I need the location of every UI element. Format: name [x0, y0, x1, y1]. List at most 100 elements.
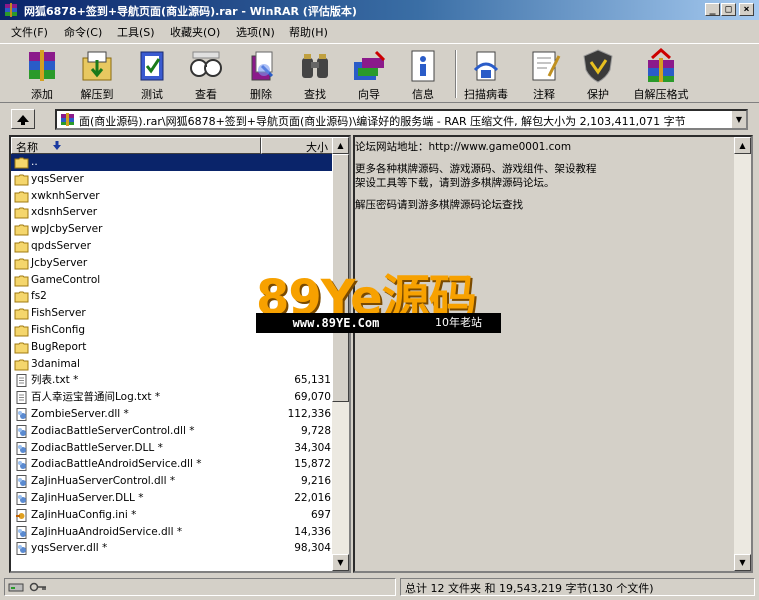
folder-icon: [14, 342, 29, 354]
file-name: ..: [31, 156, 38, 168]
file-size: 697: [310, 508, 331, 521]
file-name: FishServer: [31, 307, 86, 320]
sfx-button[interactable]: 自解压格式: [630, 46, 692, 102]
file-row[interactable]: qpdsServer: [11, 238, 333, 255]
file-row[interactable]: 列表.txt * 65,131: [11, 372, 333, 389]
menu-tools[interactable]: 工具(S): [117, 24, 155, 40]
column-name-header[interactable]: 名称: [11, 137, 261, 154]
file-row[interactable]: ZaJinHuaAndroidService.dll * 14,336: [11, 524, 333, 541]
info-label: 信息: [412, 88, 434, 101]
file-row[interactable]: xwknhServer: [11, 188, 333, 205]
file-row[interactable]: 3danimal: [11, 356, 333, 373]
file-row[interactable]: ZombieServer.dll * 112,336: [11, 406, 333, 423]
watermark-url: www.89YE.Com: [256, 313, 416, 333]
menu-favorites[interactable]: 收藏夹(O): [170, 24, 220, 40]
dll-file-icon: [16, 441, 27, 455]
close-button[interactable]: ×: [739, 3, 754, 16]
file-list[interactable]: 名称 大小 .. yqsServer xwknhServer xdsnhServer w…: [9, 135, 351, 573]
file-row[interactable]: ZodiacBattleServer.DLL * 34,304: [11, 440, 333, 457]
view-button[interactable]: 查看: [180, 46, 232, 102]
extract-to-icon: [82, 51, 112, 81]
folder-icon: [14, 191, 29, 203]
extract-to-button[interactable]: 解压到: [71, 46, 123, 102]
status-summary-cell: 总计 12 文件夹 和 19,543,219 字节(130 个文件): [400, 578, 755, 596]
file-size: 98,304: [294, 542, 331, 555]
file-row[interactable]: BugReport: [11, 339, 333, 356]
comment-scroll-up-button[interactable]: ▲: [734, 137, 751, 154]
scroll-down-button[interactable]: ▼: [332, 554, 349, 571]
file-row[interactable]: xdsnhServer: [11, 204, 333, 221]
file-name: yqsServer: [31, 172, 84, 185]
file-size: 9,216: [300, 475, 331, 488]
file-name: xdsnhServer: [31, 206, 98, 219]
dll-file-icon: [16, 525, 27, 539]
folder-icon: [14, 258, 29, 270]
maximize-button[interactable]: □: [721, 3, 736, 16]
delete-icon: [251, 51, 274, 81]
virus-scan-button[interactable]: 扫描病毒: [460, 46, 512, 102]
protect-button[interactable]: 保护: [572, 46, 624, 102]
file-row[interactable]: ZaJinHuaServerControl.dll * 9,216: [11, 473, 333, 490]
winrar-app-icon[interactable]: [4, 3, 18, 17]
delete-button[interactable]: 删除: [235, 46, 287, 102]
file-list-scrollbar[interactable]: ▲ ▼: [332, 137, 349, 571]
virus-scan-icon: [473, 51, 499, 81]
file-name: qpdsServer: [31, 239, 91, 252]
comment-line: 解压密码请到游多棋牌源码论坛查找: [355, 199, 523, 211]
file-name: ZaJinHuaServer.DLL *: [31, 491, 144, 504]
virus-scan-label: 扫描病毒: [464, 88, 508, 101]
file-row[interactable]: ZodiacBattleAndroidService.dll * 15,872: [11, 456, 333, 473]
file-row[interactable]: yqsServer: [11, 171, 333, 188]
find-button[interactable]: 查找: [289, 46, 341, 102]
scroll-up-button[interactable]: ▲: [332, 137, 349, 154]
chevron-down-icon[interactable]: ▼: [731, 111, 746, 128]
column-size-header[interactable]: 大小: [261, 137, 333, 154]
menu-file[interactable]: 文件(F): [11, 24, 48, 40]
menu-commands[interactable]: 命令(C): [64, 24, 102, 40]
file-row[interactable]: ..: [11, 154, 333, 171]
menu-help[interactable]: 帮助(H): [289, 24, 328, 40]
toolbar-separator: [455, 50, 457, 98]
menu-bar: 文件(F) 命令(C) 工具(S) 收藏夹(O) 选项(N) 帮助(H): [0, 22, 759, 40]
file-size: 22,016: [294, 491, 331, 504]
file-name: ZaJinHuaServerControl.dll *: [31, 475, 176, 488]
file-name: yqsServer.dll *: [31, 542, 108, 555]
sfx-icon: [648, 48, 674, 82]
up-folder-button[interactable]: [11, 109, 35, 129]
file-row[interactable]: ZaJinHuaConfig.ini * 697: [11, 507, 333, 524]
dll-file-icon: [16, 491, 27, 505]
comment-scroll-down-button[interactable]: ▼: [734, 554, 751, 571]
comment-scrollbar[interactable]: ▲ ▼: [734, 137, 751, 571]
comment-label: 注释: [533, 88, 555, 101]
minimize-button[interactable]: _: [705, 3, 720, 16]
file-name: fs2: [31, 290, 47, 303]
folder-icon: [14, 291, 29, 303]
add-archive-icon: [29, 50, 55, 81]
text-file-icon: [16, 391, 27, 405]
status-summary: 总计 12 文件夹 和 19,543,219 字节(130 个文件): [405, 582, 654, 595]
file-name: wpJcbyServer: [31, 223, 103, 236]
file-row[interactable]: wpJcbyServer: [11, 221, 333, 238]
test-button[interactable]: 测试: [126, 46, 178, 102]
info-button[interactable]: 信息: [397, 46, 449, 102]
file-name: ZodiacBattleServerControl.dll *: [31, 424, 195, 437]
comment-button[interactable]: 注释: [518, 46, 570, 102]
wizard-button[interactable]: 向导: [343, 46, 395, 102]
file-name: 3danimal: [31, 357, 80, 370]
file-row[interactable]: ZodiacBattleServerControl.dll * 9,728: [11, 423, 333, 440]
file-row[interactable]: yqsServer.dll * 98,304: [11, 540, 333, 557]
address-bar: 面(商业源码).rar\网狐6878+签到+导航页面(商业源码)\编译好的服务端…: [0, 106, 759, 132]
file-row[interactable]: ZaJinHuaServer.DLL * 22,016: [11, 490, 333, 507]
test-label: 测试: [141, 88, 163, 101]
info-icon: [411, 50, 435, 82]
path-combobox[interactable]: 面(商业源码).rar\网狐6878+签到+导航页面(商业源码)\编译好的服务端…: [55, 109, 748, 130]
file-name: xwknhServer: [31, 189, 100, 202]
dll-file-icon: [16, 458, 27, 472]
menu-options[interactable]: 选项(N): [236, 24, 275, 40]
add-button[interactable]: 添加: [16, 46, 68, 102]
file-row[interactable]: 百人幸运宝普通间Log.txt * 69,070: [11, 389, 333, 406]
file-size: 15,872: [294, 458, 331, 471]
file-name: ZodiacBattleServer.DLL *: [31, 441, 163, 454]
file-rows: .. yqsServer xwknhServer xdsnhServer wpJcbyS…: [11, 154, 333, 557]
list-header: 名称 大小: [11, 137, 333, 154]
